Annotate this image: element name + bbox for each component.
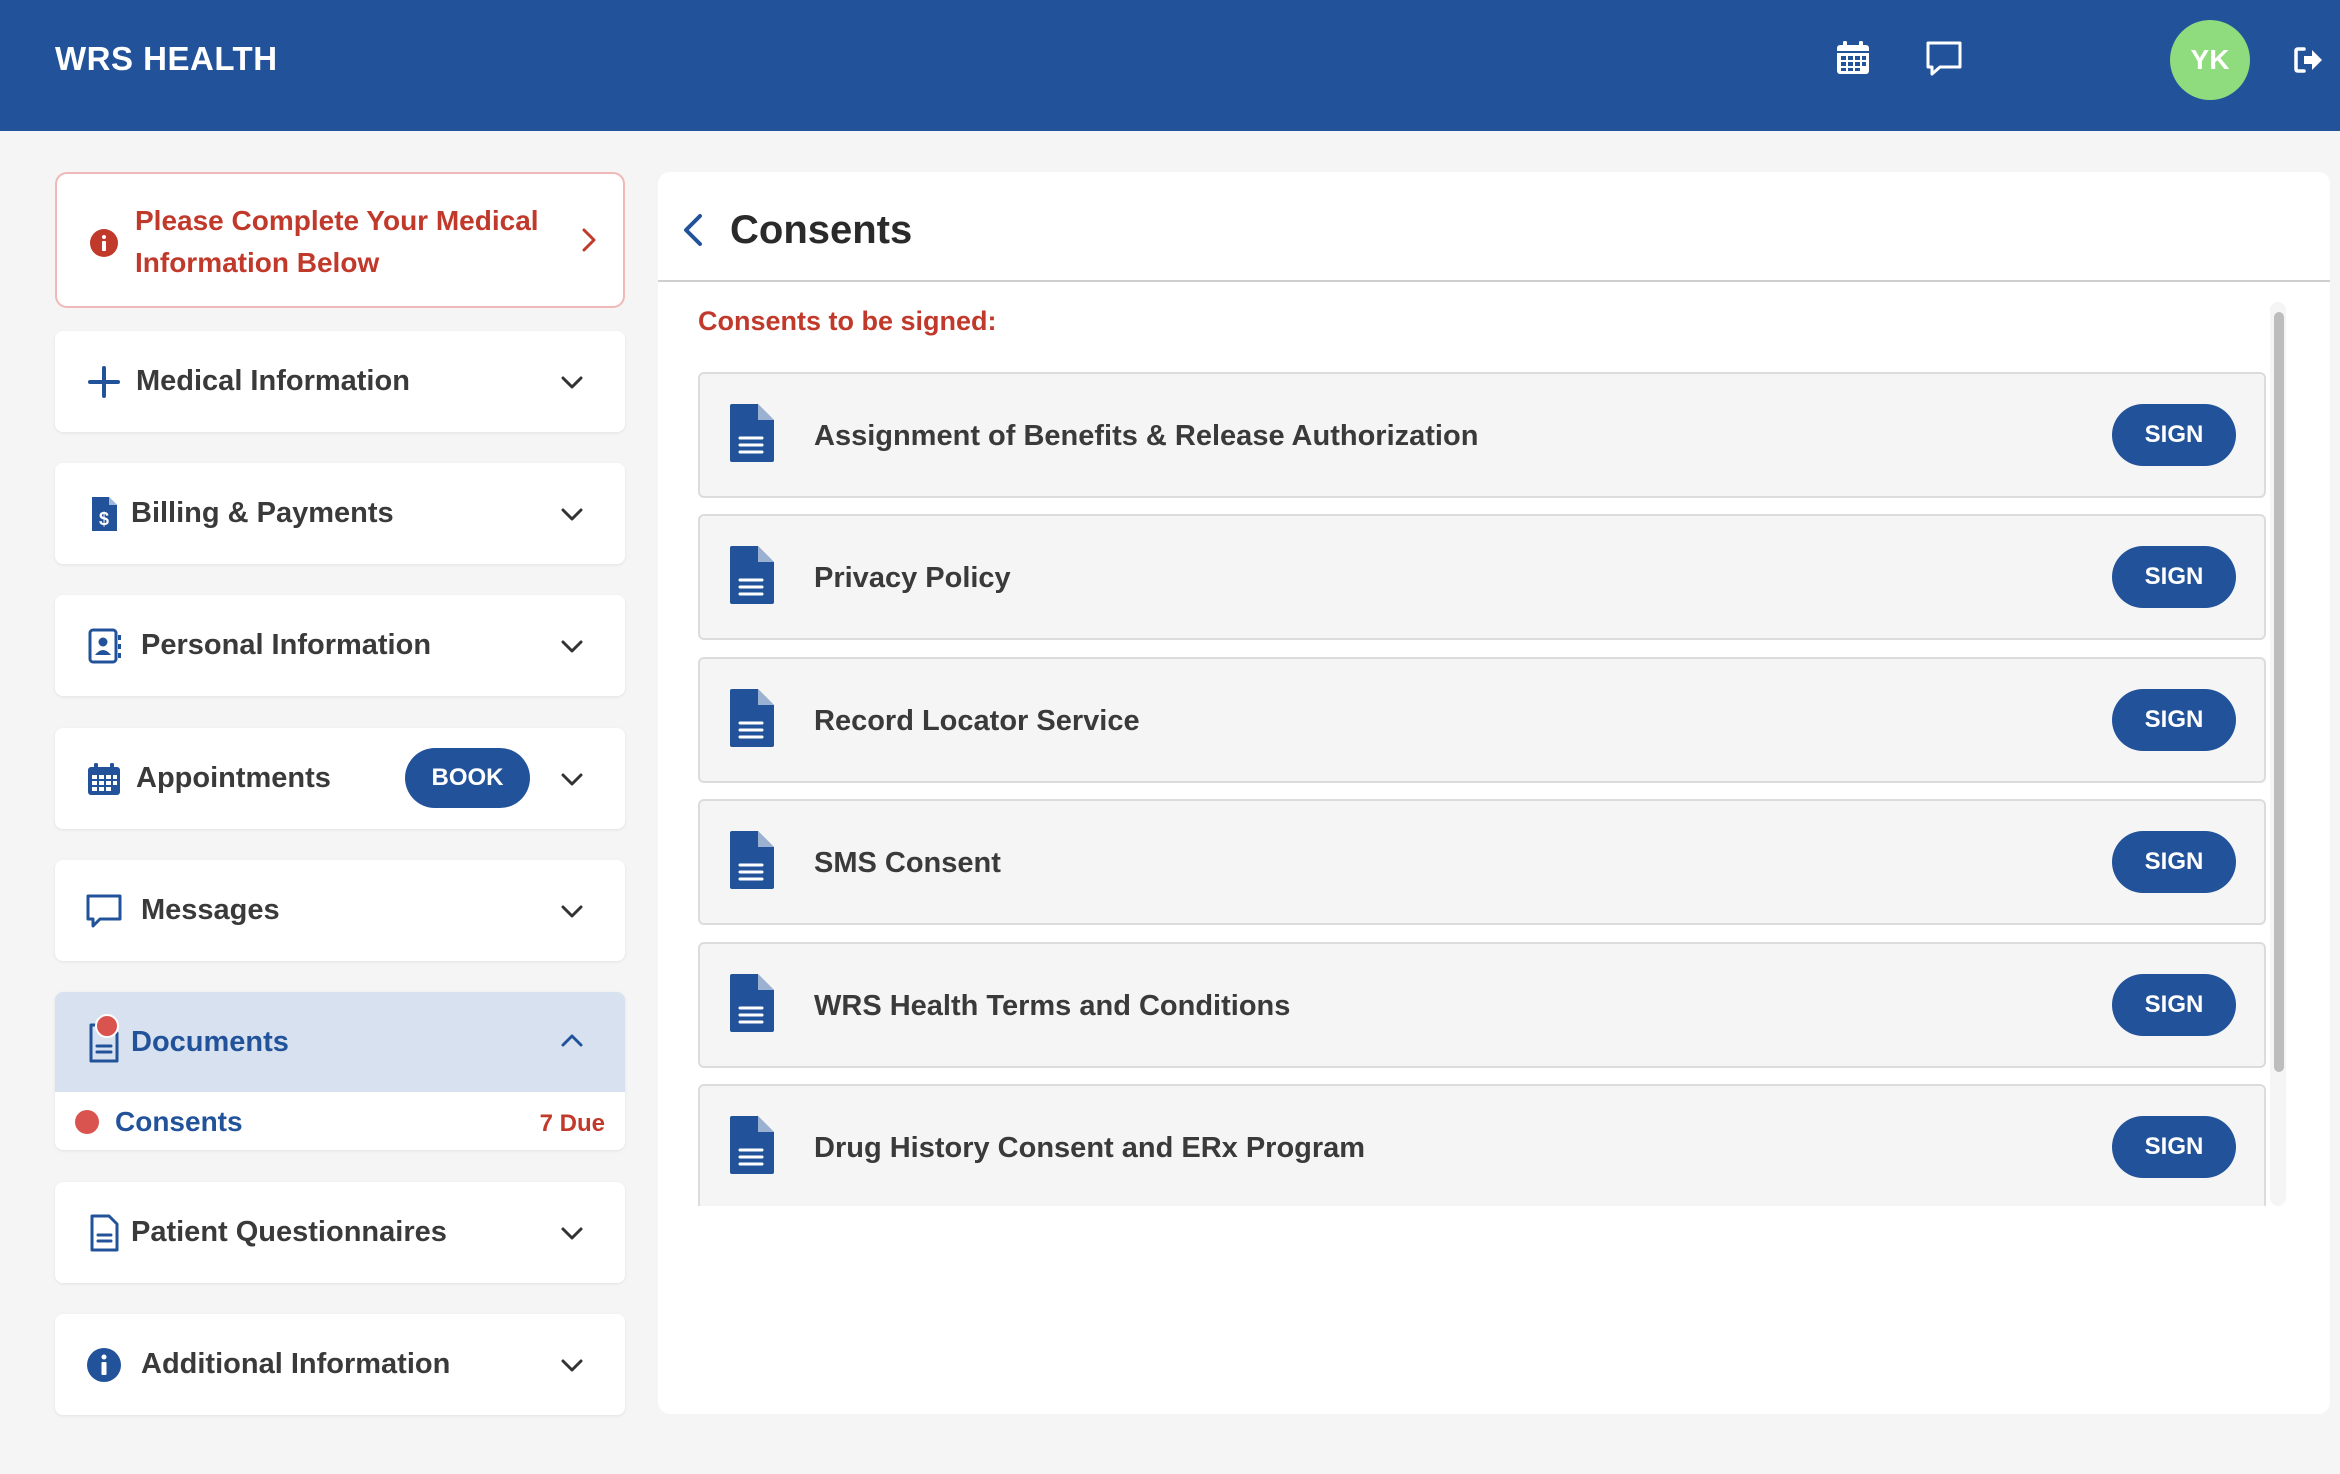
notification-dot [95, 1014, 119, 1038]
alert-message: Please Complete Your Medical Information… [135, 205, 539, 278]
billing-document-icon: $ [85, 495, 123, 533]
sidebar-subitem-label: Consents [115, 1106, 243, 1137]
svg-text:$: $ [99, 509, 109, 529]
sign-button[interactable]: SIGN [2112, 1116, 2236, 1178]
chevron-down-icon [557, 1218, 587, 1248]
sign-button[interactable]: SIGN [2112, 546, 2236, 608]
consent-name: WRS Health Terms and Conditions [814, 990, 1291, 1022]
book-appointment-button[interactable]: BOOK [405, 748, 530, 808]
sign-button[interactable]: SIGN [2112, 974, 2236, 1036]
contact-card-icon [85, 627, 123, 665]
sidebar-item-label: Messages [141, 894, 280, 926]
document-icon [728, 1114, 776, 1176]
document-icon [728, 972, 776, 1034]
consents-panel: Consents Consents to be signed: Assignme… [658, 172, 2330, 1414]
section-heading: Consents to be signed: [698, 306, 997, 336]
calendar-icon[interactable] [1833, 38, 1873, 78]
consent-name: Drug History Consent and ERx Program [814, 1132, 1366, 1164]
info-icon [85, 1346, 123, 1384]
logout-icon[interactable] [2292, 44, 2324, 76]
chevron-down-icon [557, 896, 587, 926]
questionnaire-icon [85, 1214, 123, 1252]
alert-info-icon [89, 228, 119, 258]
sidebar-item-label: Documents [131, 1026, 289, 1058]
sidebar-item-label: Medical Information [136, 365, 410, 397]
document-icon [728, 402, 776, 464]
sidebar-item-label: Billing & Payments [131, 497, 394, 529]
sidebar-item-label: Patient Questionnaires [131, 1216, 447, 1248]
sign-button[interactable]: SIGN [2112, 831, 2236, 893]
document-icon [728, 544, 776, 606]
calendar-icon [85, 760, 123, 798]
page-title: Consents [730, 208, 913, 252]
chevron-down-icon [557, 367, 587, 397]
sign-button[interactable]: SIGN [2112, 404, 2236, 466]
consent-name: SMS Consent [814, 847, 1001, 879]
consent-row: Record Locator Service SIGN [698, 657, 2266, 783]
sidebar-item-label: Additional Information [141, 1348, 451, 1380]
consent-row: Assignment of Benefits & Release Authori… [698, 372, 2266, 498]
scrollbar-thumb[interactable] [2274, 312, 2284, 1072]
chevron-down-icon [557, 1350, 587, 1380]
consent-row: Privacy Policy SIGN [698, 514, 2266, 640]
top-header: WRS HEALTH YK [0, 0, 2340, 131]
panel-header: Consents [658, 172, 2330, 282]
plus-icon [85, 363, 123, 401]
sign-button[interactable]: SIGN [2112, 689, 2236, 751]
sidebar-item-patient-questionnaires[interactable]: Patient Questionnaires [55, 1182, 625, 1283]
brand-logo[interactable]: WRS HEALTH [55, 40, 278, 78]
due-count-badge: 7 Due [539, 1110, 605, 1137]
complete-info-alert[interactable]: Please Complete Your Medical Information… [55, 172, 625, 308]
sidebar-item-personal-information[interactable]: Personal Information [55, 595, 625, 696]
consent-row: WRS Health Terms and Conditions SIGN [698, 942, 2266, 1068]
sidebar-item-documents[interactable]: Documents [55, 992, 625, 1092]
notification-dot [75, 1110, 99, 1134]
document-icon [728, 829, 776, 891]
sidebar-item-medical-information[interactable]: Medical Information [55, 331, 625, 432]
document-icon [728, 687, 776, 749]
sidebar-item-label: Personal Information [141, 629, 432, 661]
consent-row: SMS Consent SIGN [698, 799, 2266, 925]
sidebar-subitem-consents[interactable]: Consents 7 Due [55, 1092, 625, 1150]
consent-name: Privacy Policy [814, 562, 1011, 594]
chevron-down-icon [557, 499, 587, 529]
sidebar-item-label: Appointments [136, 762, 331, 794]
sidebar-item-additional-information[interactable]: Additional Information [55, 1314, 625, 1415]
sidebar-item-messages[interactable]: Messages [55, 860, 625, 961]
back-chevron-icon[interactable] [676, 212, 712, 248]
sidebar-section-documents: Documents Consents 7 Due [55, 992, 625, 1150]
consent-name: Record Locator Service [814, 705, 1140, 737]
chat-icon [85, 892, 123, 930]
consent-row: Drug History Consent and ERx Program SIG… [698, 1084, 2266, 1206]
user-avatar[interactable]: YK [2170, 20, 2250, 100]
chevron-down-icon [557, 764, 587, 794]
consent-list: Assignment of Benefits & Release Authori… [698, 372, 2268, 1206]
chat-icon[interactable] [1924, 38, 1964, 78]
sidebar-item-billing-payments[interactable]: $ Billing & Payments [55, 463, 625, 564]
chevron-up-icon [557, 1026, 587, 1056]
consent-name: Assignment of Benefits & Release Authori… [814, 420, 1479, 452]
chevron-down-icon [557, 631, 587, 661]
chevron-right-icon [573, 224, 605, 256]
sidebar-item-appointments[interactable]: Appointments BOOK [55, 728, 625, 829]
